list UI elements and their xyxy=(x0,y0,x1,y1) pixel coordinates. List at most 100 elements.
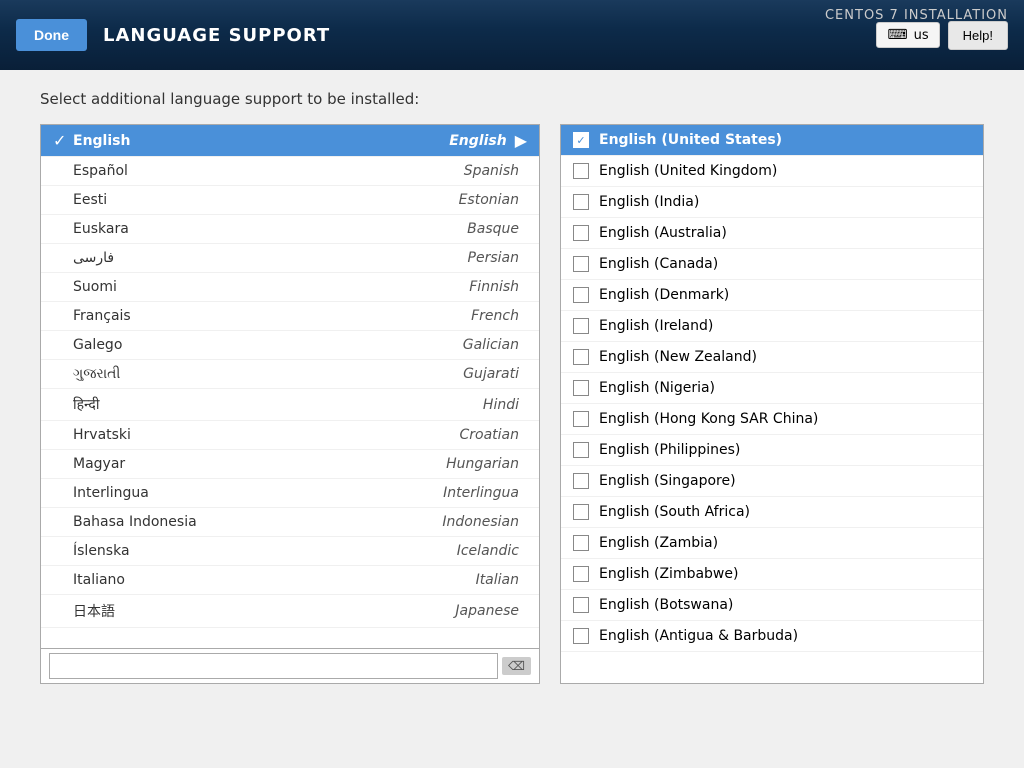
locale-checkbox[interactable] xyxy=(573,380,589,396)
language-list: ✓EnglishEnglish▶EspañolSpanishEestiEston… xyxy=(41,125,539,648)
locale-list-item[interactable]: English (Philippines) xyxy=(561,435,983,466)
lang-native-name: Eesti xyxy=(73,192,459,208)
lang-native-name: Galego xyxy=(73,337,463,353)
locale-list-panel: ✓ English (United States) English (United … xyxy=(560,124,984,684)
lang-list-item[interactable]: ÍslenskaIcelandic xyxy=(41,537,539,566)
locale-checkbox[interactable]: ✓ xyxy=(573,132,589,148)
lang-native-name: 日本語 xyxy=(73,601,455,621)
locale-list-item[interactable]: ✓ English (United States) xyxy=(561,125,983,156)
locale-checkbox[interactable] xyxy=(573,411,589,427)
lang-english-name: Icelandic xyxy=(457,543,519,559)
lang-native-name: ગુજરાતી xyxy=(73,366,463,382)
locale-name: English (United Kingdom) xyxy=(599,163,777,179)
lang-list-item[interactable]: Bahasa IndonesiaIndonesian xyxy=(41,508,539,537)
lang-english-name: Spanish xyxy=(464,163,519,179)
locale-checkbox[interactable] xyxy=(573,566,589,582)
locale-name: English (Singapore) xyxy=(599,473,736,489)
lang-list-item[interactable]: SuomiFinnish xyxy=(41,273,539,302)
locale-checkbox[interactable] xyxy=(573,225,589,241)
lang-english-name: Indonesian xyxy=(442,514,519,530)
locale-checkbox[interactable] xyxy=(573,473,589,489)
lang-english-name: French xyxy=(471,308,519,324)
lang-list-item[interactable]: InterlinguaInterlingua xyxy=(41,479,539,508)
lang-native-name: Italiano xyxy=(73,572,476,588)
locale-list-item[interactable]: English (United Kingdom) xyxy=(561,156,983,187)
locale-name: English (Nigeria) xyxy=(599,380,715,396)
header: Done LANGUAGE SUPPORT CENTOS 7 INSTALLAT… xyxy=(0,0,1024,70)
locale-checkbox[interactable] xyxy=(573,349,589,365)
lang-english-name: Basque xyxy=(467,221,519,237)
main-content: Select additional language support to be… xyxy=(0,70,1024,768)
lang-list-item[interactable]: हिन्दीHindi xyxy=(41,389,539,421)
locale-checkbox[interactable] xyxy=(573,535,589,551)
lang-native-name: Euskara xyxy=(73,221,467,237)
lang-native-name: Interlingua xyxy=(73,485,443,501)
header-right: CENTOS 7 INSTALLATION ⌨ us Help! xyxy=(876,21,1008,50)
locale-list-item[interactable]: English (Zambia) xyxy=(561,528,983,559)
panels: ✓EnglishEnglish▶EspañolSpanishEestiEston… xyxy=(40,124,984,684)
lang-list-item[interactable]: EspañolSpanish xyxy=(41,157,539,186)
lang-list-item[interactable]: 日本語Japanese xyxy=(41,595,539,628)
locale-list-item[interactable]: English (Botswana) xyxy=(561,590,983,621)
lang-list-item[interactable]: GalegoGalician xyxy=(41,331,539,360)
locale-name: English (Zambia) xyxy=(599,535,718,551)
locale-list-item[interactable]: English (Australia) xyxy=(561,218,983,249)
locale-list-item[interactable]: English (South Africa) xyxy=(561,497,983,528)
locale-list-item[interactable]: English (Antigua & Barbuda) xyxy=(561,621,983,652)
locale-checkbox[interactable] xyxy=(573,442,589,458)
lang-list-item[interactable]: ✓EnglishEnglish▶ xyxy=(41,125,539,157)
locale-list-item[interactable]: English (Denmark) xyxy=(561,280,983,311)
lang-english-name: Hungarian xyxy=(446,456,519,472)
lang-native-name: Bahasa Indonesia xyxy=(73,514,442,530)
search-input[interactable] xyxy=(49,653,498,679)
lang-checkmark: ✓ xyxy=(53,131,73,150)
locale-list-item[interactable]: English (Zimbabwe) xyxy=(561,559,983,590)
locale-name: English (Ireland) xyxy=(599,318,713,334)
locale-list-item[interactable]: English (Hong Kong SAR China) xyxy=(561,404,983,435)
locale-list-item[interactable]: English (New Zealand) xyxy=(561,342,983,373)
locale-list-item[interactable]: English (India) xyxy=(561,187,983,218)
locale-name: English (United States) xyxy=(599,132,782,148)
lang-list-item[interactable]: EuskaraBasque xyxy=(41,215,539,244)
language-list-panel: ✓EnglishEnglish▶EspañolSpanishEestiEston… xyxy=(40,124,540,684)
lang-native-name: Hrvatski xyxy=(73,427,459,443)
lang-list-item[interactable]: HrvatskiCroatian xyxy=(41,421,539,450)
locale-checkbox[interactable] xyxy=(573,163,589,179)
lang-english-name: Interlingua xyxy=(443,485,519,501)
keyboard-indicator[interactable]: ⌨ us xyxy=(876,22,939,48)
locale-checkbox[interactable] xyxy=(573,256,589,272)
locale-checkbox[interactable] xyxy=(573,597,589,613)
locale-checkbox[interactable] xyxy=(573,628,589,644)
lang-list-item[interactable]: MagyarHungarian xyxy=(41,450,539,479)
lang-english-name: Finnish xyxy=(469,279,519,295)
lang-native-name: فارسی xyxy=(73,250,468,266)
lang-native-name: Español xyxy=(73,163,464,179)
app-title: LANGUAGE SUPPORT xyxy=(103,25,330,46)
done-button[interactable]: Done xyxy=(16,19,87,51)
lang-english-name: Italian xyxy=(476,572,519,588)
lang-english-name: Persian xyxy=(468,250,519,266)
locale-checkbox[interactable] xyxy=(573,287,589,303)
help-button[interactable]: Help! xyxy=(948,21,1008,50)
locale-checkbox[interactable] xyxy=(573,318,589,334)
lang-list-item[interactable]: ગુજરાતીGujarati xyxy=(41,360,539,389)
lang-english-name: Estonian xyxy=(459,192,519,208)
keyboard-layout: us xyxy=(914,28,929,43)
header-left: Done LANGUAGE SUPPORT xyxy=(16,19,330,51)
locale-list-item[interactable]: English (Ireland) xyxy=(561,311,983,342)
locale-name: English (Philippines) xyxy=(599,442,740,458)
lang-list-item[interactable]: ItalianoItalian xyxy=(41,566,539,595)
locale-list-item[interactable]: English (Singapore) xyxy=(561,466,983,497)
locale-checkbox[interactable] xyxy=(573,504,589,520)
locale-list-item[interactable]: English (Canada) xyxy=(561,249,983,280)
lang-list-item[interactable]: EestiEstonian xyxy=(41,186,539,215)
lang-list-item[interactable]: FrançaisFrench xyxy=(41,302,539,331)
locale-checkbox[interactable] xyxy=(573,194,589,210)
locale-name: English (Botswana) xyxy=(599,597,733,613)
locale-name: English (Australia) xyxy=(599,225,727,241)
lang-english-name: Japanese xyxy=(455,603,519,619)
search-clear-button[interactable]: ⌫ xyxy=(502,657,531,675)
centos-title: CENTOS 7 INSTALLATION xyxy=(825,8,1008,23)
locale-list-item[interactable]: English (Nigeria) xyxy=(561,373,983,404)
lang-list-item[interactable]: فارسیPersian xyxy=(41,244,539,273)
